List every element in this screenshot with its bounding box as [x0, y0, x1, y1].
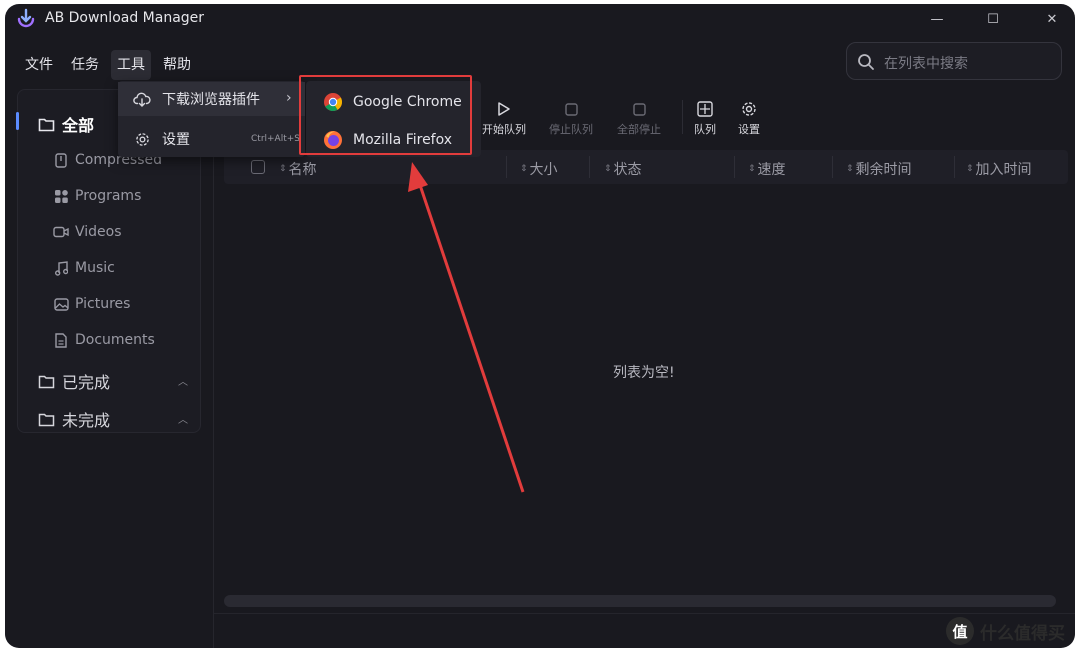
sidebar-item-music[interactable]: Music	[53, 260, 115, 276]
gear-icon	[742, 102, 756, 116]
status-bar-divider	[214, 613, 1075, 614]
column-label: 名称	[288, 162, 317, 178]
document-icon	[55, 332, 67, 348]
column-size[interactable]: ⇕ 大小	[520, 159, 558, 179]
stop-queue-button[interactable]: 停止队列	[541, 100, 601, 137]
shortcut-hint: Ctrl+Alt+S	[251, 134, 300, 144]
music-icon	[54, 260, 68, 276]
search-input[interactable]: 在列表中搜索	[884, 53, 968, 73]
sidebar-divider	[213, 84, 214, 648]
search-box[interactable]: 在列表中搜索	[846, 42, 1062, 80]
column-separator[interactable]	[506, 156, 507, 178]
category-unfinished-label: 未完成	[62, 411, 111, 430]
sidebar-item-programs[interactable]: Programs	[53, 188, 141, 204]
column-label: 状态	[613, 162, 642, 178]
maximize-button[interactable]: ☐	[982, 8, 1004, 30]
sidebar-item-videos[interactable]: Videos	[53, 224, 122, 240]
column-remaining[interactable]: ⇕ 剩余时间	[846, 159, 912, 179]
column-label: 加入时间	[975, 162, 1032, 178]
zip-icon	[55, 152, 67, 168]
sidebar-item-label: Pictures	[75, 296, 131, 312]
sidebar-item-label: Music	[75, 260, 115, 276]
menu-item-label: 设置	[162, 132, 190, 148]
chevron-up-icon[interactable]: ︿	[178, 411, 188, 426]
chevron-right-icon: ›	[286, 90, 292, 106]
sidebar-item-label: Documents	[75, 332, 155, 348]
watermark: 值 什么值得买	[946, 617, 1065, 645]
category-completed[interactable]: 已完成	[38, 369, 110, 393]
gear-icon	[135, 132, 149, 146]
chrome-icon	[324, 93, 343, 112]
column-status[interactable]: ⇕ 状态	[604, 159, 642, 179]
column-separator[interactable]	[832, 156, 833, 178]
toolbar-settings-label: 设置	[738, 123, 760, 136]
column-name[interactable]: ⇕ 名称	[279, 159, 317, 179]
watermark-logo: 值	[946, 617, 974, 645]
empty-list-message: 列表为空!	[613, 365, 675, 381]
horizontal-scrollbar[interactable]	[224, 595, 1056, 607]
firefox-icon	[324, 131, 342, 149]
category-unfinished[interactable]: 未完成	[38, 407, 110, 431]
toolbar-settings-button[interactable]: 设置	[719, 100, 779, 137]
column-speed[interactable]: ⇕ 速度	[748, 159, 786, 179]
start-queue-button[interactable]: 开始队列	[474, 100, 534, 137]
tools-dropdown: 下载浏览器插件 › 设置 Ctrl+Alt+S	[118, 81, 305, 157]
watermark-text: 什么值得买	[980, 623, 1065, 644]
queue-icon	[697, 101, 713, 117]
browser-extension-submenu: Google Chrome Mozilla Firefox	[306, 81, 481, 157]
column-label: 大小	[529, 162, 558, 178]
column-separator[interactable]	[589, 156, 590, 178]
queue-label: 队列	[694, 123, 716, 136]
stop-icon	[632, 102, 646, 116]
column-added[interactable]: ⇕ 加入时间	[966, 159, 1032, 179]
firefox-option[interactable]: Mozilla Firefox	[306, 123, 481, 157]
folder-icon	[38, 118, 55, 131]
stop-all-label: 全部停止	[617, 123, 661, 136]
menu-help[interactable]: 帮助	[157, 50, 197, 80]
column-separator[interactable]	[734, 156, 735, 178]
cloud-download-icon	[133, 92, 151, 107]
category-all-label: 全部	[62, 116, 95, 135]
category-all[interactable]: 全部	[38, 112, 94, 136]
chevron-up-icon[interactable]: ︿	[178, 373, 188, 388]
column-label: 速度	[757, 162, 786, 178]
column-label: 剩余时间	[855, 162, 912, 178]
minimize-button[interactable]: —	[926, 8, 948, 30]
title-bar: AB Download Manager — ☐ ✕	[5, 4, 1075, 34]
menu-file[interactable]: 文件	[19, 50, 59, 80]
menu-item-label: 下载浏览器插件	[162, 92, 260, 108]
folder-icon	[38, 413, 55, 426]
folder-icon	[38, 375, 55, 388]
play-icon	[498, 102, 510, 116]
chrome-option[interactable]: Google Chrome	[306, 85, 481, 119]
close-button[interactable]: ✕	[1041, 8, 1063, 30]
app-window: AB Download Manager — ☐ ✕ 文件 任务 工具 帮助 在列…	[5, 4, 1075, 648]
sidebar-item-label: Programs	[75, 188, 142, 204]
select-all-checkbox[interactable]	[251, 160, 265, 174]
menu-bar: 文件 任务 工具 帮助	[19, 50, 203, 80]
menu-item-settings[interactable]: 设置 Ctrl+Alt+S	[118, 122, 305, 156]
chrome-label: Google Chrome	[353, 94, 462, 110]
menu-tools[interactable]: 工具	[111, 50, 151, 80]
column-separator[interactable]	[954, 156, 955, 178]
start-queue-label: 开始队列	[482, 123, 526, 136]
menu-item-browser-extension[interactable]: 下载浏览器插件 ›	[118, 82, 305, 116]
apps-icon	[54, 189, 68, 203]
picture-icon	[53, 297, 69, 311]
app-logo-icon	[17, 8, 35, 28]
stop-queue-label: 停止队列	[549, 123, 593, 136]
search-icon	[858, 54, 874, 70]
sidebar-item-label: Videos	[75, 224, 122, 240]
sidebar-item-pictures[interactable]: Pictures	[53, 296, 130, 312]
category-completed-label: 已完成	[62, 373, 111, 392]
sidebar-item-documents[interactable]: Documents	[53, 332, 155, 348]
stop-all-button[interactable]: 全部停止	[609, 100, 669, 137]
firefox-label: Mozilla Firefox	[353, 132, 453, 148]
active-indicator	[16, 112, 19, 130]
stop-icon	[564, 102, 578, 116]
menu-task[interactable]: 任务	[65, 50, 105, 80]
app-title: AB Download Manager	[45, 10, 205, 26]
video-icon	[53, 226, 69, 238]
